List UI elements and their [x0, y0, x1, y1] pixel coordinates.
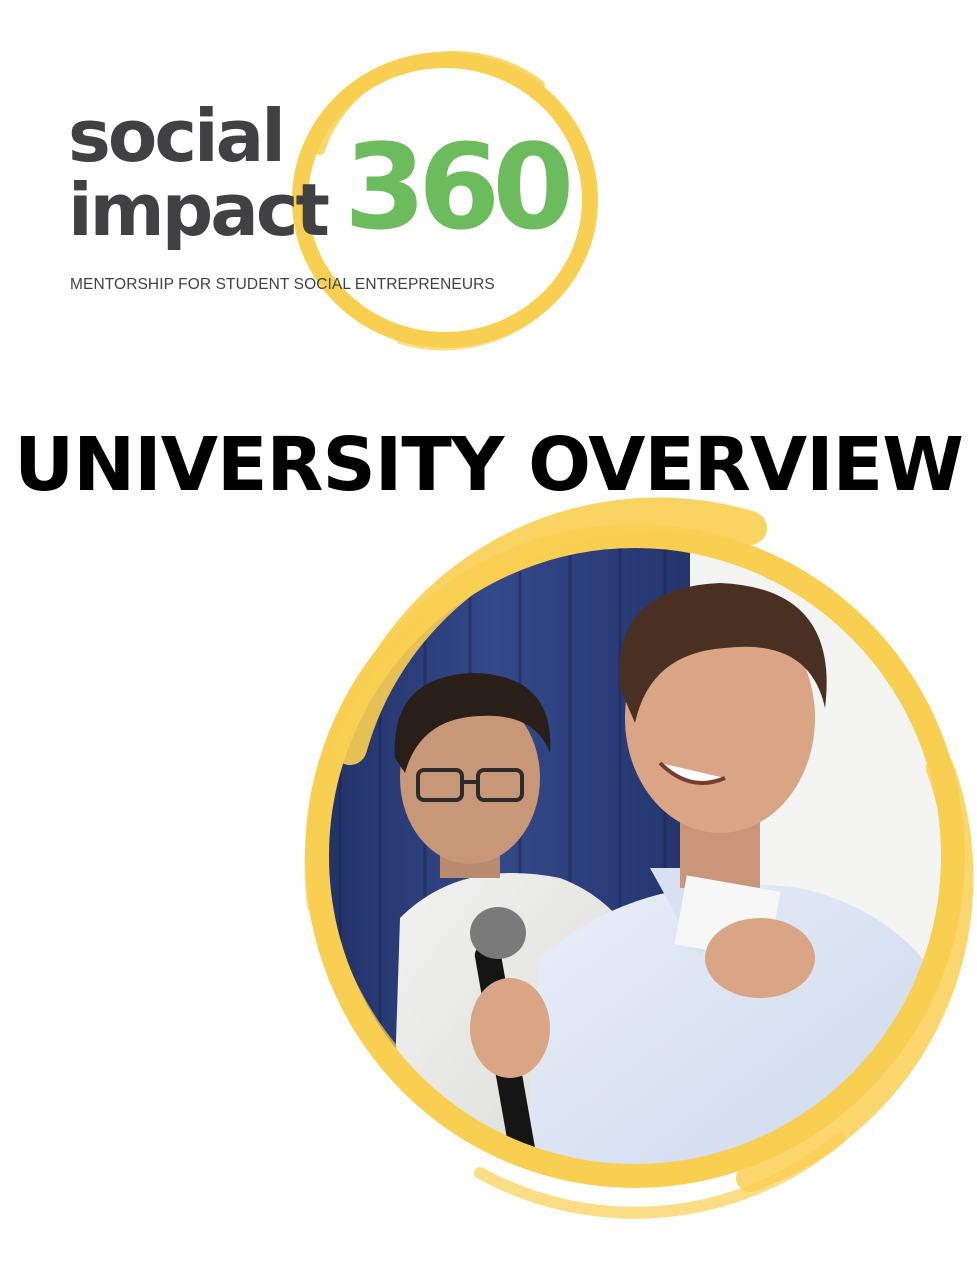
logo-word-social: social: [68, 94, 286, 178]
logo-tagline: MENTORSHIP FOR STUDENT SOCIAL ENTREPRENE…: [70, 276, 495, 293]
cover-page: social impact 360 MENTORSHIP FOR STUDENT…: [0, 0, 977, 1264]
social-impact-360-logo: social impact 360 MENTORSHIP FOR STUDENT…: [0, 0, 977, 370]
presenters-photo: [280, 488, 977, 1228]
brush-circle-photo-icon: [304, 497, 974, 1219]
logo-number-360: 360: [344, 118, 574, 256]
logo-word-impact: impact: [68, 168, 330, 252]
